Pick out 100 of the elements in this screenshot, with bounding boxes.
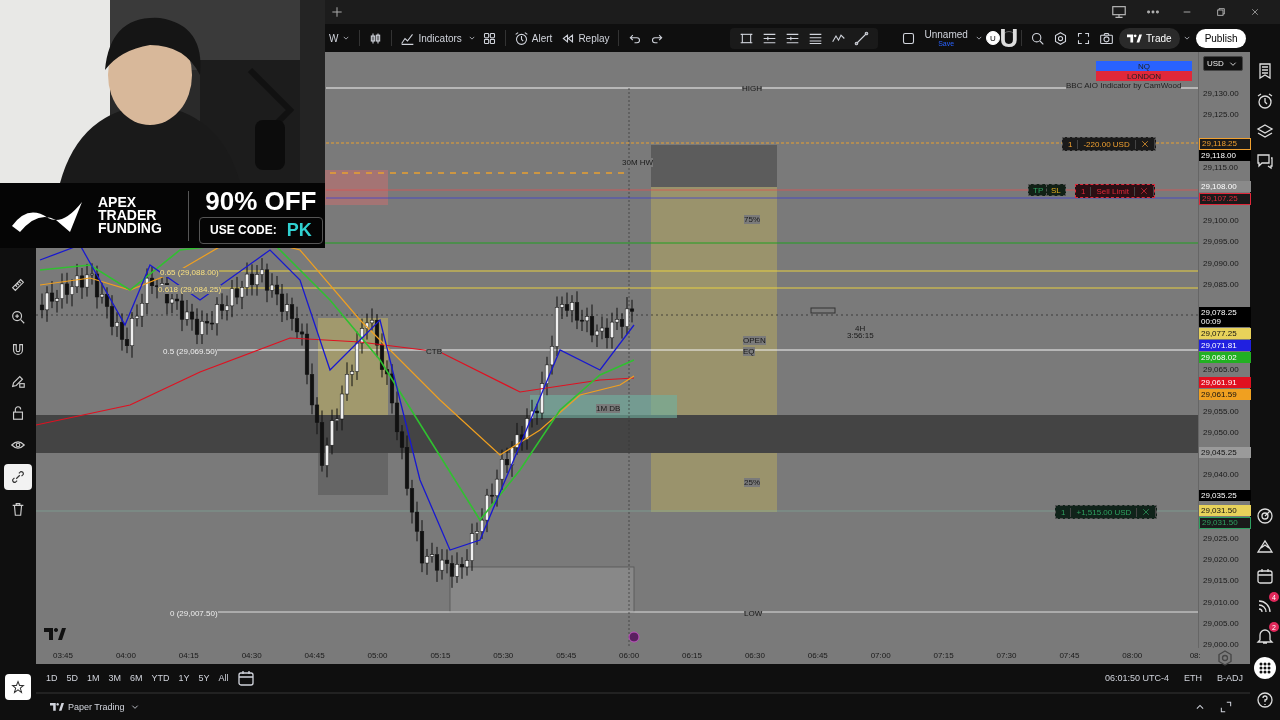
panel-title-button[interactable]: Paper Trading	[44, 700, 147, 714]
price-tick: 29,125.00	[1202, 109, 1240, 121]
time-tick: 05:45	[556, 651, 577, 660]
price-tick: 29,065.00	[1202, 364, 1240, 376]
time-tick: 07:30	[996, 651, 1017, 660]
indicators-button[interactable]: Indicators	[397, 28, 465, 48]
order-quantity: 1	[1076, 186, 1092, 196]
order-tag[interactable]: 1 Sell Limit	[1075, 184, 1155, 198]
chart-label: 0.618 (29,084.25)	[158, 285, 222, 294]
price-tick: 29,010.00	[1202, 596, 1240, 608]
price-tick: 29,100.00	[1202, 215, 1240, 227]
range-button[interactable]: 1M	[83, 671, 104, 685]
time-tick: 06:15	[682, 651, 702, 660]
price-tick: 29,130.00	[1202, 88, 1240, 99]
chart-label: 75%	[744, 215, 760, 224]
price-tick: 29,055.00	[1202, 405, 1240, 417]
price-label: 29,045.25	[1199, 447, 1251, 459]
price-tick: 29,040.00	[1202, 469, 1240, 481]
interval-button[interactable]: W	[326, 30, 355, 46]
price-label: 29,061.91	[1199, 376, 1251, 388]
price-label: 29,118.00	[1199, 149, 1251, 161]
chart-label: 3:56:15	[847, 331, 874, 340]
range-button[interactable]: 6M	[126, 671, 147, 685]
price-tick: 29,000.00	[1202, 638, 1240, 650]
time-tick: 06:45	[807, 651, 828, 660]
chart-label: 0 (29,007.50)	[170, 609, 218, 618]
time-tick: 04:15	[178, 651, 199, 660]
offer-text: 90% OFF	[205, 187, 317, 214]
order-label: -220.00 USD	[1078, 139, 1136, 149]
time-tick: 06:00	[619, 651, 640, 660]
time-tick: 07:15	[933, 651, 954, 660]
price-label: 29,078.25 00:09	[1199, 307, 1251, 328]
legend-label: NQ	[1096, 61, 1192, 71]
chart-label: 0.5 (29,069.50)	[163, 347, 218, 356]
time-tick: 03:45	[53, 651, 73, 660]
price-tick: 29,015.00	[1202, 575, 1240, 587]
range-button[interactable]: 3M	[104, 671, 126, 685]
promo-code: PK	[286, 219, 312, 241]
user-avatar[interactable]: U	[1001, 31, 1016, 45]
range-button[interactable]: 1D	[42, 671, 62, 685]
time-tick: 04:00	[115, 651, 136, 660]
price-label: 29,077.25	[1199, 328, 1251, 340]
price-tick: 29,025.00	[1202, 533, 1240, 544]
time-tick: 04:45	[304, 651, 325, 660]
range-button[interactable]: 5D	[62, 671, 83, 685]
price-tick: 29,090.00	[1202, 257, 1240, 269]
order-quantity: 1	[1056, 507, 1072, 517]
range-button[interactable]: All	[214, 671, 233, 685]
range-button[interactable]: YTD	[147, 671, 174, 685]
price-label: 29,108.00	[1199, 181, 1251, 193]
order-tag[interactable]: 1 +1,515.00 USD	[1055, 505, 1158, 519]
price-label: 29,061.59	[1199, 388, 1251, 400]
price-label: 29,107.25	[1199, 193, 1251, 206]
order-label: +1,515.00 USD	[1071, 507, 1138, 517]
bracket-button[interactable]: TP	[1028, 184, 1049, 196]
price-tick: 29,005.00	[1202, 617, 1240, 629]
time-tick: 07:00	[870, 651, 891, 660]
bracket-button[interactable]: SL	[1046, 184, 1066, 196]
range-button[interactable]: 5Y	[194, 671, 214, 685]
price-tick: 29,020.00	[1202, 554, 1240, 566]
price-tick: 29,115.00	[1202, 161, 1239, 173]
replay-button[interactable]: Replay	[557, 28, 613, 48]
order-label: Sell Limit	[1091, 186, 1135, 196]
indicator-name: BBC AIO Indicator by CamWood	[1066, 81, 1182, 90]
chart-label: EQ	[743, 347, 755, 356]
order-tag[interactable]: 1 -220.00 USD	[1062, 137, 1156, 151]
chart-label: HIGH	[742, 84, 762, 93]
chart-label: OPEN	[743, 336, 766, 345]
session-button[interactable]: ETH	[1177, 673, 1209, 683]
time-tick: 07:45	[1059, 651, 1080, 660]
legend-label: LONDON	[1096, 71, 1192, 81]
currency-dropdown[interactable]: USD	[1203, 56, 1243, 71]
price-tick: 29,050.00	[1202, 427, 1240, 439]
publish-button[interactable]: Publish	[1195, 28, 1247, 48]
clock-text: 06:01:50 UTC-4	[1103, 673, 1170, 683]
time-tick: 08:00	[1122, 651, 1143, 660]
price-tick: 29,095.00	[1202, 236, 1240, 248]
chart-label: 1M DB	[596, 404, 621, 413]
user-avatar[interactable]: U	[985, 31, 1000, 45]
price-label: 29,031.50	[1199, 505, 1251, 517]
chart-label: 30M HW	[622, 158, 654, 167]
price-label: 29,068.02	[1199, 352, 1251, 364]
time-tick: 08:	[1189, 651, 1201, 660]
order-quantity: 1	[1063, 139, 1079, 149]
price-label: 29,071.81	[1199, 340, 1251, 352]
time-tick: 06:30	[744, 651, 765, 660]
chart-label: 0.65 (29,088.00)	[160, 268, 219, 277]
range-button[interactable]: 1Y	[174, 671, 194, 685]
time-tick: 05:00	[367, 651, 388, 660]
chart-label: LOW	[744, 609, 763, 618]
price-label: 29,031.50	[1199, 517, 1251, 530]
brand-name: APEX TRADER FUNDING	[98, 196, 163, 235]
chart-label: 25%	[744, 478, 760, 487]
alert-button[interactable]: Alert	[510, 28, 556, 48]
price-tick: 29,085.00	[1202, 278, 1240, 290]
trade-button[interactable]: Trade	[1118, 27, 1180, 49]
price-label: 29,035.25	[1199, 489, 1251, 501]
adjustment-button[interactable]: B-ADJ	[1210, 673, 1250, 683]
time-tick: 04:30	[241, 651, 262, 660]
time-tick: 05:15	[430, 651, 451, 660]
